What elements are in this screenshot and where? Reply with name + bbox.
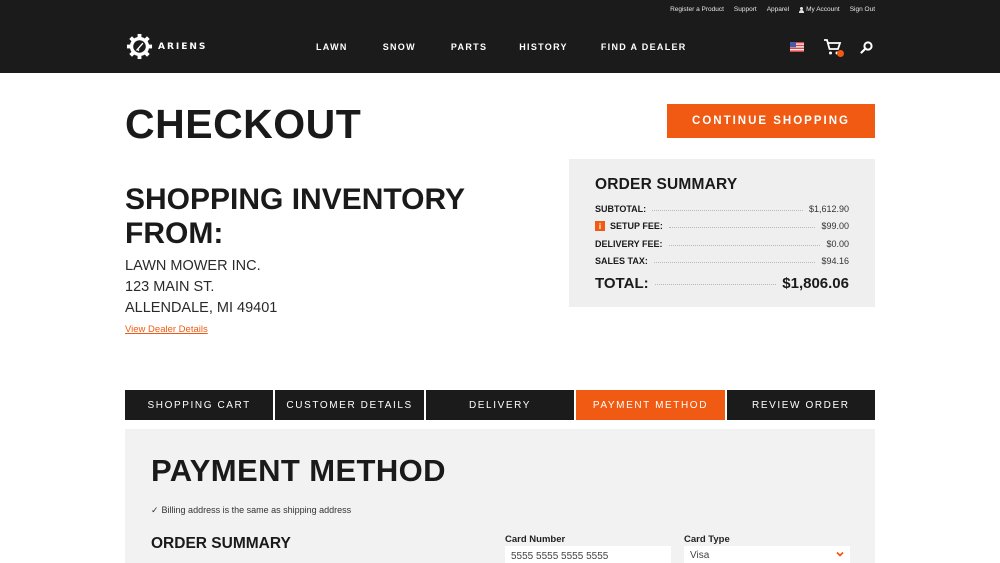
view-dealer-details-link[interactable]: View Dealer Details bbox=[125, 324, 208, 335]
my-account-link[interactable]: My Account bbox=[799, 6, 840, 13]
nav-history[interactable]: HISTORY bbox=[519, 42, 568, 52]
us-flag-icon[interactable] bbox=[790, 42, 804, 52]
main-nav: LAWN SNOW PARTS HISTORY FIND A DEALER bbox=[316, 42, 687, 52]
step-delivery[interactable]: DELIVERY bbox=[425, 390, 575, 420]
leader-dots bbox=[668, 244, 821, 246]
summary-row-total: TOTAL: $1,806.06 bbox=[595, 270, 849, 296]
total-label: TOTAL: bbox=[595, 274, 649, 292]
sign-out-link[interactable]: Sign Out bbox=[850, 6, 875, 13]
nav-lawn[interactable]: LAWN bbox=[316, 42, 348, 52]
step-shopping-cart[interactable]: SHOPPING CART bbox=[125, 390, 274, 420]
ariens-logo[interactable]: ARIENS bbox=[126, 33, 207, 60]
subtotal-value: $1,612.90 bbox=[808, 203, 849, 214]
payment-method-title: PAYMENT METHOD bbox=[151, 453, 446, 488]
checkout-steps: SHOPPING CART CUSTOMER DETAILS DELIVERY … bbox=[125, 390, 876, 420]
site-header: Register a Product Support Apparel My Ac… bbox=[0, 0, 1000, 73]
info-icon[interactable]: i bbox=[595, 221, 605, 232]
order-summary-panel: ORDER SUMMARY SUBTOTAL: $1,612.90 i SETU… bbox=[569, 159, 875, 307]
check-icon: ✓ bbox=[151, 505, 159, 515]
my-account-label: My Account bbox=[806, 6, 840, 13]
billing-same-checkbox[interactable]: ✓ Billing address is the same as shippin… bbox=[151, 505, 351, 516]
dealer-address: LAWN MOWER INC. 123 MAIN ST. ALLENDALE, … bbox=[125, 256, 277, 319]
nav-snow[interactable]: SNOW bbox=[383, 42, 416, 52]
cart-button[interactable] bbox=[823, 38, 844, 57]
leader-dots bbox=[668, 227, 816, 229]
step-payment-method[interactable]: PAYMENT METHOD bbox=[576, 390, 725, 420]
header-icons bbox=[790, 38, 873, 57]
support-link[interactable]: Support bbox=[734, 6, 757, 13]
card-number-input[interactable] bbox=[505, 546, 671, 563]
leader-dots bbox=[652, 209, 803, 211]
sales-tax-value: $94.16 bbox=[821, 256, 849, 267]
order-summary-title: ORDER SUMMARY bbox=[595, 176, 738, 193]
continue-shopping-button[interactable]: CONTINUE SHOPPING bbox=[667, 104, 875, 138]
subtotal-label: SUBTOTAL: bbox=[595, 203, 647, 214]
gear-logo-icon bbox=[126, 33, 153, 60]
summary-row-setup-fee: i SETUP FEE: $99.00 bbox=[595, 218, 849, 236]
summary-row-delivery-fee: DELIVERY FEE: $0.00 bbox=[595, 235, 849, 253]
setup-fee-value: $99.00 bbox=[821, 221, 849, 232]
chevron-down-icon bbox=[836, 551, 844, 557]
nav-parts[interactable]: PARTS bbox=[451, 42, 487, 52]
step-review-order[interactable]: REVIEW ORDER bbox=[726, 390, 876, 420]
utility-nav: Register a Product Support Apparel My Ac… bbox=[670, 6, 875, 13]
register-product-link[interactable]: Register a Product bbox=[670, 6, 724, 13]
setup-fee-label-group: i SETUP FEE: bbox=[595, 221, 663, 232]
dealer-name: LAWN MOWER INC. bbox=[125, 258, 261, 274]
payment-order-summary-title: ORDER SUMMARY bbox=[151, 535, 291, 552]
page-title: CHECKOUT bbox=[125, 101, 362, 147]
billing-same-label: Billing address is the same as shipping … bbox=[161, 505, 352, 515]
logo-text: ARIENS bbox=[158, 41, 208, 52]
user-icon bbox=[799, 6, 805, 13]
leader-dots bbox=[654, 284, 777, 285]
card-number-label: Card Number bbox=[505, 534, 566, 545]
leader-dots bbox=[653, 262, 816, 264]
nav-find-a-dealer[interactable]: FIND A DEALER bbox=[601, 42, 687, 52]
total-value: $1,806.06 bbox=[782, 274, 849, 292]
dealer-street: 123 MAIN ST. bbox=[125, 279, 215, 295]
step-customer-details[interactable]: CUSTOMER DETAILS bbox=[275, 390, 424, 420]
delivery-fee-value: $0.00 bbox=[826, 238, 849, 249]
card-type-value: Visa bbox=[690, 550, 710, 561]
search-icon[interactable] bbox=[860, 40, 873, 54]
card-type-label: Card Type bbox=[684, 534, 730, 545]
summary-row-subtotal: SUBTOTAL: $1,612.90 bbox=[595, 200, 849, 218]
dealer-city: ALLENDALE, MI 49401 bbox=[125, 300, 278, 316]
setup-fee-label: SETUP FEE: bbox=[610, 221, 663, 232]
inventory-heading: SHOPPING INVENTORY FROM: bbox=[125, 183, 465, 250]
summary-row-sales-tax: SALES TAX: $94.16 bbox=[595, 253, 849, 271]
payment-section: PAYMENT METHOD ✓ Billing address is the … bbox=[125, 429, 875, 563]
delivery-fee-label: DELIVERY FEE: bbox=[595, 238, 663, 249]
apparel-link[interactable]: Apparel bbox=[767, 6, 789, 13]
cart-badge bbox=[837, 50, 844, 57]
sales-tax-label: SALES TAX: bbox=[595, 256, 648, 267]
card-type-select[interactable]: Visa bbox=[684, 546, 850, 563]
